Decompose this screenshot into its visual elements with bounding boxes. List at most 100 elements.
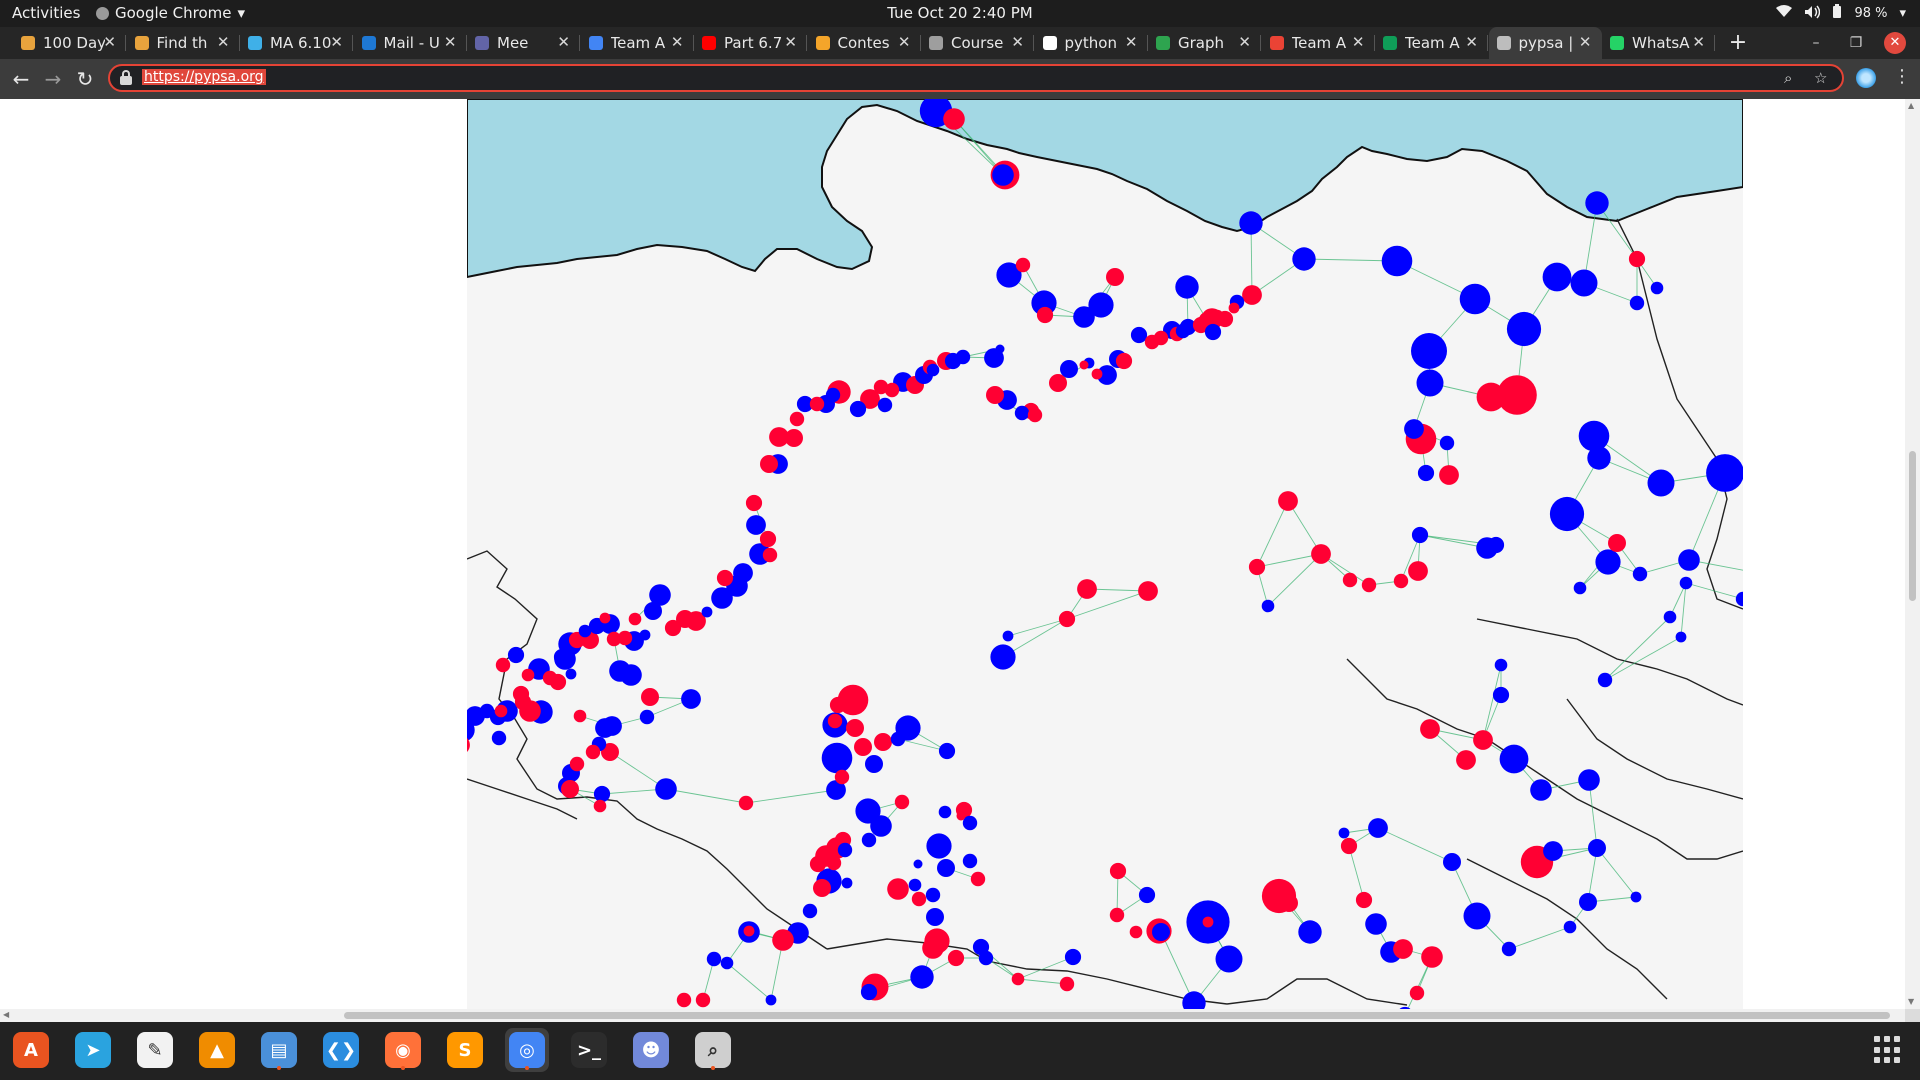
tab-10[interactable]: python ✕ [1035, 27, 1148, 59]
firefox-icon[interactable]: ◉ [381, 1028, 425, 1072]
bus-node-blue [1492, 686, 1510, 704]
tab-close-icon[interactable]: ✕ [1465, 33, 1478, 51]
forward-arrow-icon[interactable]: → [41, 67, 65, 91]
tab-12[interactable]: Team A ✕ [1262, 27, 1375, 59]
terminal-icon[interactable]: >_ [567, 1028, 611, 1072]
sea-area [467, 99, 1743, 279]
lock-icon[interactable] [120, 70, 132, 86]
outlook-icon [361, 36, 376, 50]
vlc-glyph: ▲ [199, 1032, 235, 1068]
tab-close-icon[interactable]: ✕ [1579, 33, 1592, 51]
bus-node-red [1228, 302, 1240, 314]
telegram-icon[interactable]: ➤ [71, 1028, 115, 1072]
horizontal-scrollbar[interactable]: ◀ [0, 1009, 1905, 1022]
tab-4[interactable]: Mail - U ✕ [354, 27, 467, 59]
tab-separator [1487, 35, 1488, 51]
tab-14[interactable]: pypsa | ✕ [1488, 27, 1602, 59]
bus-node-blue [639, 629, 651, 641]
text-editor-icon[interactable]: ✎ [133, 1028, 177, 1072]
bus-node-blue [1563, 920, 1577, 934]
bus-node-blue [1578, 769, 1600, 791]
transmission-line [726, 962, 772, 1001]
tab-close-icon[interactable]: ✕ [217, 33, 230, 51]
activities-button[interactable]: Activities [12, 4, 80, 22]
chrome-icon[interactable]: ◎ [505, 1028, 549, 1072]
tab-15[interactable]: WhatsA ✕ [1602, 27, 1715, 59]
zoom-icon[interactable]: ⌕ [1784, 69, 1792, 87]
app-menu-label: Google Chrome [115, 4, 232, 22]
new-tab-button[interactable]: + [1726, 27, 1750, 59]
tab-close-icon[interactable]: ✕ [444, 33, 457, 51]
bus-node-red [1342, 572, 1358, 588]
tab-close-icon[interactable]: ✕ [898, 33, 911, 51]
tab-close-icon[interactable]: ✕ [1011, 33, 1024, 51]
minimize-window-button[interactable]: – [1804, 27, 1828, 59]
tab-11[interactable]: Graph ✕ [1148, 27, 1261, 59]
bus-node-red [813, 879, 831, 897]
tab-close-icon[interactable]: ✕ [1692, 33, 1705, 51]
globe-icon [1496, 36, 1511, 50]
tab-close-icon[interactable]: ✕ [671, 33, 684, 51]
ubuntu-software-icon[interactable]: A [9, 1028, 53, 1072]
tab-1[interactable]: 100 Day ✕ [13, 27, 126, 59]
tab-title: Find th [156, 34, 208, 52]
tab-title: MA 6.10 [270, 34, 332, 52]
url-text[interactable]: https://pypsa.org [142, 69, 266, 85]
sublime-icon[interactable]: S [443, 1028, 487, 1072]
bus-node-red [1311, 544, 1331, 564]
tab-close-icon[interactable]: ✕ [1125, 33, 1138, 51]
tab-close-icon[interactable]: ✕ [103, 33, 116, 51]
bus-node-blue [1579, 893, 1597, 911]
scroll-left-arrow-icon[interactable]: ◀ [3, 1010, 9, 1019]
vscode-icon[interactable]: ❮❯ [319, 1028, 363, 1072]
chrome-menu-icon[interactable]: ⋮ [1893, 66, 1911, 87]
bus-node-blue [1499, 744, 1529, 774]
tab-7[interactable]: Part 6.7 ✕ [694, 27, 807, 59]
scroll-up-arrow-icon[interactable]: ▲ [1908, 101, 1914, 110]
tab-8[interactable]: Contes ✕ [808, 27, 921, 59]
files-icon[interactable]: ▤ [257, 1028, 301, 1072]
show-applications-icon[interactable] [1874, 1036, 1902, 1064]
bus-node-red [1011, 972, 1025, 986]
bus-node-blue [802, 903, 818, 919]
extension-icon[interactable] [1856, 68, 1876, 88]
discord-icon[interactable]: ☻ [629, 1028, 673, 1072]
tab-title: Team A [1291, 34, 1347, 52]
bus-node-blue [1588, 839, 1606, 857]
address-bar[interactable]: https://pypsa.org ⌕ ☆ [108, 64, 1844, 92]
tab-close-icon[interactable]: ✕ [784, 33, 797, 51]
tab-5[interactable]: Mee ✕ [467, 27, 580, 59]
tab-9[interactable]: Course ✕ [921, 27, 1034, 59]
bus-node-blue [1002, 630, 1014, 642]
tab-13[interactable]: Team A ✕ [1375, 27, 1488, 59]
bus-node-red [884, 382, 900, 398]
vertical-scrollbar[interactable]: ▲ ▼ [1905, 99, 1920, 1010]
horizontal-scroll-thumb[interactable] [344, 1012, 1890, 1019]
tab-6[interactable]: Team A ✕ [581, 27, 694, 59]
back-arrow-icon[interactable]: ← [9, 67, 33, 91]
scroll-down-arrow-icon[interactable]: ▼ [1908, 997, 1914, 1006]
tab-close-icon[interactable]: ✕ [330, 33, 343, 51]
vlc-icon[interactable]: ▲ [195, 1028, 239, 1072]
bus-node-blue [938, 742, 956, 760]
restore-window-button[interactable]: ❐ [1844, 27, 1868, 59]
tab-2[interactable]: Find th ✕ [127, 27, 240, 59]
tab-close-icon[interactable]: ✕ [557, 33, 570, 51]
tab-title: 100 Day [43, 34, 105, 52]
bookmark-star-icon[interactable]: ☆ [1814, 69, 1827, 87]
clock[interactable]: Tue Oct 20 2:40 PM [887, 4, 1032, 22]
reload-icon[interactable]: ↻ [73, 67, 97, 91]
bus-node-red [1608, 534, 1626, 552]
tab-3[interactable]: MA 6.10 ✕ [240, 27, 353, 59]
tab-title: Mee [497, 34, 529, 52]
bus-node-blue [1706, 454, 1743, 492]
tab-close-icon[interactable]: ✕ [1238, 33, 1251, 51]
ubuntu-software-glyph: A [13, 1032, 49, 1068]
close-window-button[interactable]: ✕ [1884, 32, 1906, 54]
tab-close-icon[interactable]: ✕ [1352, 33, 1365, 51]
app-menu[interactable]: Google Chrome ▾ [96, 4, 245, 22]
bus-node-red [846, 719, 864, 737]
vertical-scroll-thumb[interactable] [1909, 451, 1916, 601]
search-tool-icon[interactable]: ⌕ [691, 1028, 735, 1072]
system-tray[interactable]: 98 % ▾ [1776, 4, 1906, 23]
